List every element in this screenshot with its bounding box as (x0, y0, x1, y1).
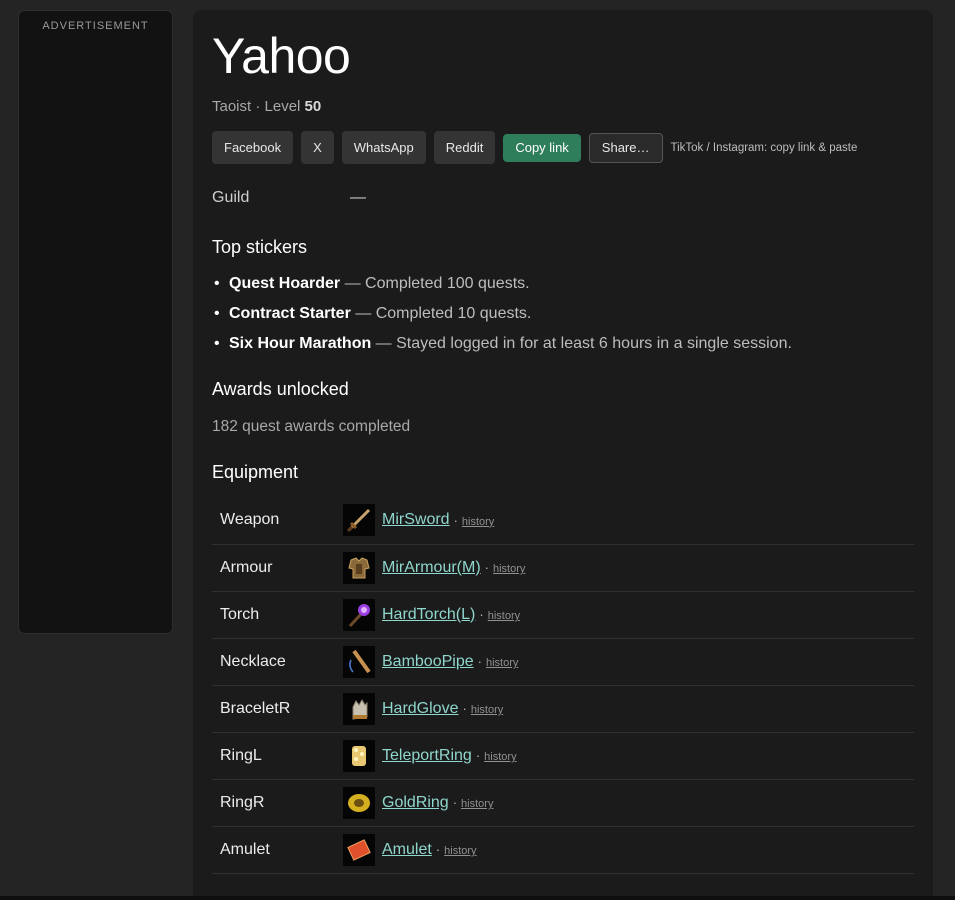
stickers-list: • Quest Hoarder — Completed 100 quests. •… (212, 275, 914, 365)
sticker-desc: — Completed 100 quests. (340, 275, 530, 292)
bullet-icon: • (214, 335, 220, 352)
share-reddit-button[interactable]: Reddit (433, 131, 496, 164)
slot-label: RingR (212, 779, 343, 827)
separator: · (462, 701, 467, 716)
table-row: RingR GoldRing · history (212, 779, 914, 827)
bottom-edge (0, 896, 955, 900)
bullet-icon: • (214, 305, 220, 322)
separator: · (475, 748, 481, 763)
slot-label: BraceletR (212, 685, 343, 733)
history-link[interactable]: history (484, 751, 516, 763)
item-link[interactable]: GoldRing (382, 794, 449, 812)
player-name: Yahoo (212, 28, 351, 84)
table-row: Amulet Amulet · history (212, 826, 914, 874)
history-link[interactable]: history (461, 798, 493, 810)
copy-link-button[interactable]: Copy link (503, 133, 581, 162)
equipment-heading: Equipment (212, 462, 299, 482)
sticker-desc: — Stayed logged in for at least 6 hours … (371, 335, 792, 352)
separator: · (479, 607, 484, 622)
glove-icon (343, 692, 375, 725)
history-link[interactable]: history (486, 657, 518, 669)
history-link[interactable]: history (462, 516, 494, 528)
share-more-button[interactable]: Share… (588, 132, 663, 163)
separator: · (484, 560, 489, 575)
history-link[interactable]: history (471, 704, 503, 716)
history-link[interactable]: history (488, 610, 520, 622)
share-note: TikTok / Instagram: copy link & paste (670, 141, 858, 154)
guild-row: Guild — (212, 189, 914, 207)
table-row: BraceletR HardGlove · history (212, 685, 914, 733)
item-link[interactable]: MirSword (382, 511, 450, 529)
awards-heading: Awards unlocked (212, 379, 349, 399)
level-value: 50 (304, 98, 322, 115)
advertisement-panel: ADVERTISEMENT (18, 10, 173, 634)
gold-ring-icon (343, 786, 375, 819)
table-row: Weapon MirSword · history (212, 497, 914, 545)
slot-label: Weapon (212, 497, 343, 545)
guild-value: — (350, 189, 366, 206)
item-link[interactable]: HardTorch(L) (382, 606, 475, 624)
teleport-ring-icon (343, 739, 375, 772)
slot-label: Armour (212, 544, 343, 592)
bullet-icon: • (214, 275, 220, 292)
awards-count: 182 quest awards completed (212, 418, 411, 435)
amulet-icon (343, 833, 375, 866)
table-row: Necklace BambooPipe · history (212, 638, 914, 686)
item-link[interactable]: TeleportRing (382, 747, 472, 765)
item-link[interactable]: HardGlove (382, 700, 458, 718)
separator: · (452, 795, 458, 810)
item-link[interactable]: Amulet (382, 841, 432, 859)
list-item: • Six Hour Marathon — Stayed logged in fo… (212, 335, 914, 365)
history-link[interactable]: history (493, 563, 525, 575)
advertisement-label: ADVERTISEMENT (42, 20, 149, 32)
guild-label: Guild (212, 189, 250, 206)
sticker-desc: — Completed 10 quests. (350, 305, 532, 322)
history-link[interactable]: history (444, 845, 476, 857)
sticker-name: Contract Starter (229, 305, 351, 322)
share-x-button[interactable]: X (301, 131, 334, 164)
equipment-table: Weapon MirSword · history Armour MirArmo… (212, 497, 914, 874)
torch-icon (343, 598, 375, 631)
sticker-name: Quest Hoarder (229, 275, 341, 292)
slot-label: RingL (212, 732, 343, 780)
list-item: • Contract Starter — Completed 10 quests. (212, 305, 914, 335)
slot-label: Torch (212, 591, 343, 639)
separator: · (435, 842, 441, 857)
stickers-heading: Top stickers (212, 237, 308, 257)
sword-icon (343, 504, 375, 537)
slot-label: Amulet (212, 826, 343, 874)
table-row: Armour MirArmour(M) · history (212, 544, 914, 592)
table-row: Torch HardTorch(L) · history (212, 591, 914, 639)
sticker-name: Six Hour Marathon (229, 335, 372, 352)
slot-label: Necklace (212, 638, 343, 686)
share-whatsapp-button[interactable]: WhatsApp (341, 131, 426, 164)
bamboo-pipe-icon (343, 645, 375, 678)
share-facebook-button[interactable]: Facebook (212, 131, 294, 164)
player-subtitle: Taoist · Level 50 (212, 98, 914, 115)
separator: · (453, 512, 458, 528)
table-row: RingL TeleportRing · history (212, 732, 914, 780)
item-link[interactable]: MirArmour(M) (382, 559, 481, 577)
separator: · (477, 654, 482, 669)
share-bar: Facebook X WhatsApp Reddit Copy link Sha… (212, 131, 914, 164)
class-level-label: Taoist · Level (212, 98, 305, 115)
armour-icon (343, 551, 375, 584)
list-item: • Quest Hoarder — Completed 100 quests. (212, 275, 914, 305)
profile-card: Yahoo Taoist · Level 50 Facebook X Whats… (193, 10, 933, 900)
item-link[interactable]: BambooPipe (382, 653, 474, 671)
